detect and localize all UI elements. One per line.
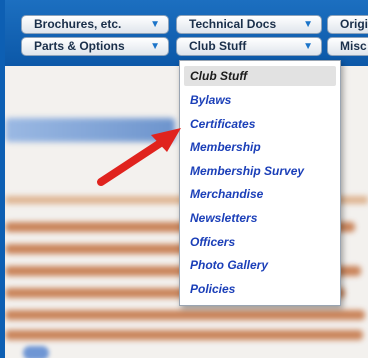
red-arrow-icon bbox=[97, 128, 181, 186]
page: Brochures, etc. ▼ Technical Docs ▼ Origi… bbox=[5, 0, 368, 358]
